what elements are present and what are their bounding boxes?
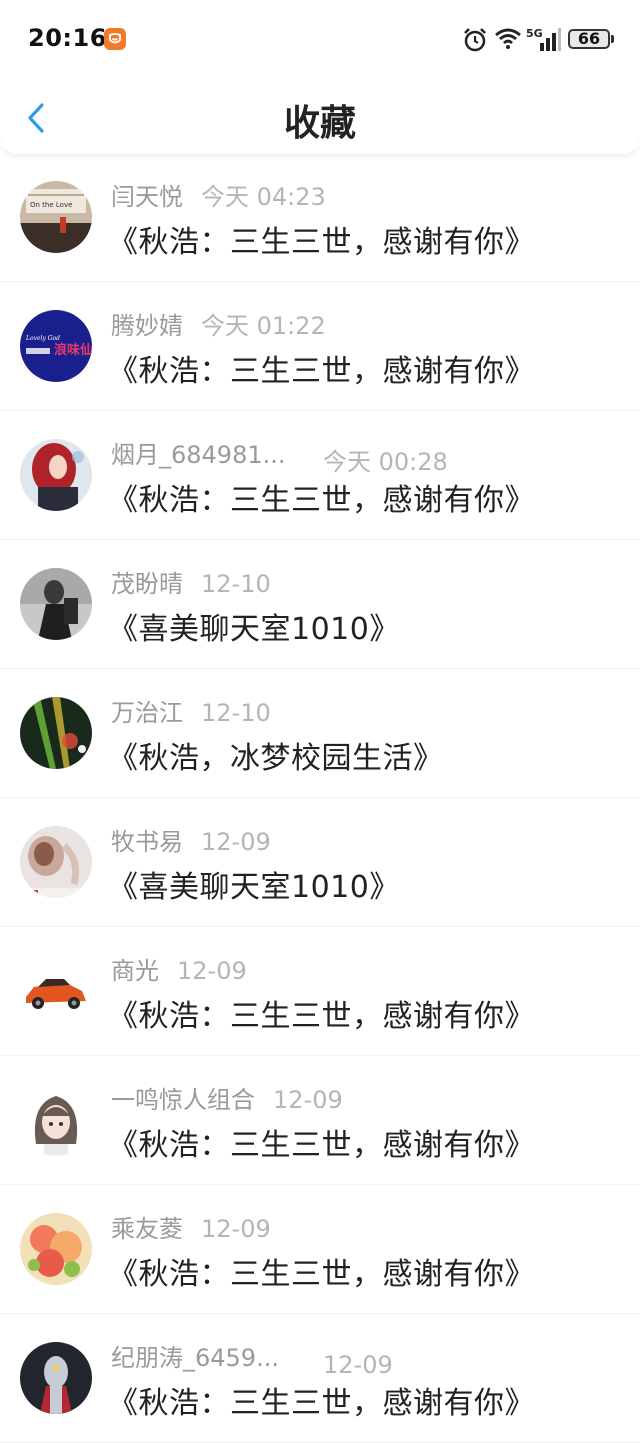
user-name: 商光 — [111, 957, 159, 985]
story-title: 《秋浩：三生三世，感谢有你》 — [108, 354, 535, 389]
favorite-list-item[interactable]: 烟月_684981... 今天 00:28 《秋浩：三生三世，感谢有你》 — [0, 411, 640, 540]
user-name: 闫天悦 — [111, 183, 183, 211]
story-title: 《秋浩：三生三世，感谢有你》 — [108, 999, 535, 1034]
item-meta: 纪朋涛_6459... 12-09 — [111, 1338, 393, 1379]
favorite-list-item[interactable]: 一鸣惊人组合 12-09 《秋浩：三生三世，感谢有你》 — [0, 1056, 640, 1185]
alarm-icon — [464, 28, 486, 52]
user-name: 乘友菱 — [111, 1215, 183, 1243]
item-time: 12-09 — [201, 828, 271, 856]
user-name: 牧书易 — [111, 828, 183, 856]
item-meta: 一鸣惊人组合 12-09 — [111, 1080, 343, 1115]
item-time: 12-10 — [201, 699, 271, 727]
item-time: 今天 00:28 — [323, 448, 448, 476]
item-time: 今天 01:22 — [201, 312, 326, 340]
wifi-icon — [495, 28, 521, 49]
status-time: 20:16 — [28, 24, 107, 52]
user-name: 烟月_684981... — [111, 441, 286, 469]
user-avatar[interactable] — [20, 1213, 92, 1285]
story-title: 《喜美聊天室1010》 — [108, 870, 400, 905]
app-notification-icon — [104, 28, 126, 50]
user-avatar[interactable]: On the Love — [20, 181, 92, 253]
user-avatar[interactable] — [20, 826, 92, 898]
story-title: 《秋浩：三生三世，感谢有你》 — [108, 1257, 535, 1292]
favorites-list: On the Love 闫天悦 今天 04:23 《秋浩：三生三世，感谢有你》 L… — [0, 153, 640, 1443]
user-avatar[interactable] — [20, 1342, 92, 1414]
favorite-list-item[interactable]: 茂盼晴 12-10 《喜美聊天室1010》 — [0, 540, 640, 669]
favorite-list-item[interactable]: 商光 12-09 《秋浩：三生三世，感谢有你》 — [0, 927, 640, 1056]
item-meta: 牧书易 12-09 — [111, 822, 271, 857]
item-meta: 乘友菱 12-09 — [111, 1209, 271, 1244]
page-title: 收藏 — [283, 103, 356, 144]
favorite-list-item[interactable]: 牧书易 12-09 《喜美聊天室1010》 — [0, 798, 640, 927]
svg-text:浪味仙: 浪味仙 — [54, 342, 92, 358]
user-avatar[interactable] — [20, 439, 92, 511]
status-bar: 20:16 5G 66 — [0, 0, 640, 80]
favorite-list-item[interactable]: 纪朋涛_6459... 12-09 《秋浩：三生三世，感谢有你》 — [0, 1314, 640, 1443]
battery-indicator: 66 — [568, 29, 614, 49]
story-title: 《秋浩：三生三世，感谢有你》 — [108, 483, 535, 518]
item-meta: 烟月_684981... 今天 00:28 — [111, 435, 448, 477]
story-title: 《秋浩：三生三世，感谢有你》 — [108, 1128, 535, 1163]
item-meta: 商光 12-09 — [111, 951, 247, 986]
favorite-list-item[interactable]: 万治江 12-10 《秋浩，冰梦校园生活》 — [0, 669, 640, 798]
user-avatar[interactable] — [20, 568, 92, 640]
user-avatar[interactable]: Lovely God 浪味仙 — [20, 310, 92, 382]
item-meta: 茂盼晴 12-10 — [111, 564, 271, 599]
item-meta: 腾妙婧 今天 01:22 — [111, 306, 326, 341]
user-name: 茂盼晴 — [111, 570, 183, 598]
item-time: 12-09 — [201, 1215, 271, 1243]
story-title: 《秋浩：三生三世，感谢有你》 — [108, 1386, 535, 1421]
signal-type-label: 5G — [526, 27, 543, 40]
favorite-list-item[interactable]: On the Love 闫天悦 今天 04:23 《秋浩：三生三世，感谢有你》 — [0, 153, 640, 282]
favorite-list-item[interactable]: 乘友菱 12-09 《秋浩：三生三世，感谢有你》 — [0, 1185, 640, 1314]
user-name: 腾妙婧 — [111, 312, 183, 340]
user-name: 纪朋涛_6459... — [111, 1344, 279, 1372]
user-name: 万治江 — [111, 699, 183, 727]
item-meta: 万治江 12-10 — [111, 693, 271, 728]
item-time: 12-09 — [177, 957, 247, 985]
user-avatar[interactable] — [20, 955, 92, 1027]
item-time: 12-09 — [323, 1351, 393, 1379]
story-title: 《秋浩，冰梦校园生活》 — [108, 741, 444, 776]
item-time: 今天 04:23 — [201, 183, 326, 211]
svg-text:Lovely God: Lovely God — [25, 335, 60, 342]
svg-text:On the Love: On the Love — [30, 201, 72, 209]
story-title: 《喜美聊天室1010》 — [108, 612, 400, 647]
user-avatar[interactable] — [20, 1084, 92, 1156]
navigation-header: 收藏 — [0, 80, 640, 154]
favorite-list-item[interactable]: Lovely God 浪味仙 腾妙婧 今天 01:22 《秋浩：三生三世，感谢有你… — [0, 282, 640, 411]
item-time: 12-10 — [201, 570, 271, 598]
story-title: 《秋浩：三生三世，感谢有你》 — [108, 225, 535, 260]
user-avatar[interactable] — [20, 697, 92, 769]
user-name: 一鸣惊人组合 — [111, 1086, 255, 1114]
cellular-signal-icon: 5G — [526, 27, 561, 51]
item-time: 12-09 — [273, 1086, 343, 1114]
item-meta: 闫天悦 今天 04:23 — [111, 177, 326, 212]
